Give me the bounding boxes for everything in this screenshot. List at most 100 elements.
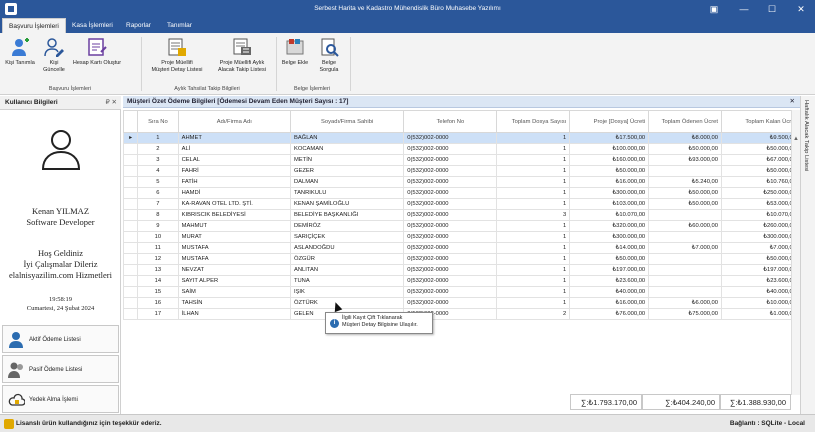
ribbon: Kişi Tanımla Kişi Güncelle Hesap Kartı O…: [0, 33, 815, 95]
table-cell: KENAN ŞAMİLOĞLU: [289, 198, 405, 210]
belge-sorgula-button[interactable]: Belge Sorgula: [312, 37, 346, 74]
table-cell: ₺7.000,00: [721, 242, 800, 254]
table-cell: 0(532)002-0000: [403, 242, 498, 254]
tab-tanimlar[interactable]: Tanımlar: [161, 18, 198, 33]
table-row[interactable]: 6 HAMDİ TANRIKULU 0(532)002-0000 1 ₺300.000,0…: [122, 187, 800, 199]
customer-detail-icon: [168, 38, 186, 56]
tab-kasa[interactable]: Kasa İşlemleri: [66, 18, 119, 33]
table-cell: KA-RAVAN OTEL LTD. ŞTİ.: [177, 198, 291, 210]
row-indicator[interactable]: [122, 143, 139, 155]
table-row[interactable]: 4 FAHRİ GEZER 0(532)002-0000 1 ₺50.000,00 ₺50.…: [122, 165, 800, 177]
table-row[interactable]: 15 SAİM IŞIK 0(532)002-0000 1 ₺40.000,00 ₺40.0…: [122, 286, 800, 298]
info-icon: i: [330, 319, 339, 328]
kisi-guncelle-button[interactable]: Kişi Güncelle: [38, 37, 70, 74]
row-indicator[interactable]: [122, 242, 139, 254]
minimize-button[interactable]: —: [730, 0, 758, 18]
close-button[interactable]: ✕: [787, 0, 815, 18]
table-row[interactable]: 3 CELAL METİN 0(532)002-0000 1 ₺160.000,00 ₺93…: [122, 154, 800, 166]
column-header[interactable]: Telefon No: [403, 110, 498, 133]
pasif-odeme-button[interactable]: Pasif Ödeme Listesi: [2, 355, 119, 383]
table-cell: KOCAMAN: [289, 143, 405, 155]
table-row[interactable]: 2 ALİ KOCAMAN 0(532)002-0000 1 ₺100.000,00 ₺50…: [122, 143, 800, 155]
table-cell: GEZER: [289, 165, 405, 177]
group-basvuru-label: Başvuru İşlemleri: [48, 86, 92, 92]
table-cell: ₺260.000,00: [721, 220, 800, 232]
row-indicator[interactable]: [122, 154, 139, 166]
table-row[interactable]: 17İLHANGELEN0(532)002-00002₺76.000,00₺75…: [122, 308, 800, 320]
weekly-receivable-sidebar[interactable]: Haftalık Alacak Takip Listesi: [800, 96, 815, 414]
kisi-tanimla-button[interactable]: Kişi Tanımla: [4, 37, 36, 67]
proje-aylik-alacak-button[interactable]: Proje Müellifi Aylık Alacak Takip Listesi: [212, 37, 272, 74]
table-row[interactable]: 7 KA-RAVAN OTEL LTD. ŞTİ. KENAN ŞAMİLOĞLU 0…: [122, 198, 800, 210]
sum-project-fee: ∑:₺1.793.170,00: [570, 394, 642, 410]
column-header[interactable]: Soyadı/Firma Sahibi: [289, 110, 405, 133]
row-indicator[interactable]: [122, 165, 139, 177]
table-row[interactable]: 10 MURAT SARIÇİÇEK 0(532)002-0000 1 ₺300.000,…: [122, 231, 800, 243]
row-indicator[interactable]: [122, 187, 139, 199]
table-row[interactable]: 9 MAHMUT DEMİRÖZ 0(532)002-0000 1 ₺320.000,00…: [122, 220, 800, 232]
column-header[interactable]: Toplam Ödenen Ücret: [648, 110, 723, 133]
scroll-up-icon[interactable]: ▲: [793, 136, 799, 142]
table-row[interactable]: 8 KIBRISCIK BELEDİYESİ BELEDİYE BAŞKANLIĞI…: [122, 209, 800, 221]
tooltip-line-1: İlgili Kayıt Çift Tıklanarak: [342, 315, 403, 321]
row-indicator[interactable]: [122, 220, 139, 232]
row-indicator[interactable]: [122, 198, 139, 210]
aktif-odeme-button[interactable]: Aktif Ödeme Listesi: [2, 325, 119, 353]
yedek-alma-button[interactable]: Yedek Alma İşlemi: [2, 385, 119, 413]
table-cell: ₺8.000,00: [648, 132, 723, 144]
hesap-karti-button[interactable]: Hesap Kartı Oluştur: [72, 37, 122, 67]
row-indicator[interactable]: ▸: [122, 132, 139, 144]
column-header[interactable]: Toplam Kalan Ücret: [721, 110, 800, 133]
row-indicator[interactable]: [122, 275, 139, 287]
table-row[interactable]: 5 FATİH DALMAN 0(532)002-0000 1 ₺16.000,00 ₺5.…: [122, 176, 800, 188]
table-cell: 0(532)002-0000: [403, 275, 498, 287]
table-row[interactable]: 14 SAYIT ALPER TUNA 0(532)002-0000 1 ₺23.600,…: [122, 275, 800, 287]
table-cell: ₺103.000,00: [569, 198, 650, 210]
row-indicator[interactable]: [122, 286, 139, 298]
table-cell: ₺9.500,00: [721, 132, 800, 144]
table-cell: 2: [137, 143, 179, 155]
belge-ekle-button[interactable]: Belge Ekle: [280, 37, 310, 67]
maximize-button[interactable]: ☐: [758, 0, 786, 18]
row-indicator[interactable]: [122, 297, 139, 309]
user-name: Kenan YILMAZ: [31, 206, 90, 216]
table-cell: DEMİRÖZ: [289, 220, 405, 232]
backup-cloud-icon: [8, 393, 25, 406]
table-row[interactable]: 16 TAHSİN ÖZTÜRK 0(532)002-0000 1 ₺16.000,00 ₺…: [122, 297, 800, 309]
table-cell: ₺300.000,00: [569, 187, 650, 199]
table-row[interactable]: 11 MUSTAFA ASLANDOĞDU 0(532)002-0000 1 ₺14.00…: [122, 242, 800, 254]
restore-ribbon-icon[interactable]: ▣: [700, 0, 728, 18]
row-indicator[interactable]: [122, 231, 139, 243]
table-cell: [648, 253, 723, 265]
table-cell: [648, 209, 723, 221]
row-indicator[interactable]: [122, 264, 139, 276]
table-cell: 11: [137, 242, 179, 254]
column-header[interactable]: Proje [Dosya] Ücreti: [569, 110, 650, 133]
window-title: Serbest Harita ve Kadastro Mühendislik B…: [314, 5, 501, 12]
table-cell: ₺16.000,00: [569, 297, 650, 309]
vertical-scrollbar[interactable]: ▲: [791, 110, 800, 395]
column-header[interactable]: Sıra No: [137, 110, 179, 133]
table-cell: ₺50.000,00: [569, 253, 650, 265]
panel-pin-close-icon[interactable]: ₽ ✕: [106, 96, 117, 110]
user-info-title: Kullanıcı Bilgileri: [5, 99, 58, 106]
table-cell: 3: [496, 209, 571, 221]
column-header[interactable]: Adı/Firma Adı: [177, 110, 291, 133]
table-row[interactable]: 13 NEVZAT ANLITAN 0(532)002-0000 1 ₺197.000,0…: [122, 264, 800, 276]
table-cell: 12: [137, 253, 179, 265]
table-cell: 0(532)002-0000: [403, 231, 498, 243]
row-indicator[interactable]: [122, 176, 139, 188]
table-row[interactable]: 12 MUSTAFA ÖZGÜR 0(532)002-0000 1 ₺50.000,00 ₺…: [122, 253, 800, 265]
table-cell: ANLITAN: [289, 264, 405, 276]
row-indicator[interactable]: [122, 209, 139, 221]
tab-basvuru[interactable]: Başvuru İşlemleri: [2, 18, 66, 33]
table-cell: SAİM: [177, 286, 291, 298]
proje-musteri-detay-button[interactable]: Proje Müellifi Müşteri Detay Listesi: [146, 37, 208, 74]
column-header[interactable]: Toplam Dosya Sayısı: [496, 110, 571, 133]
table-row[interactable]: ▸ 1 AHMET BAĞLAN 0(532)002-0000 1 ₺17.500,00 ₺8…: [122, 132, 800, 144]
row-indicator[interactable]: [122, 308, 139, 320]
row-indicator[interactable]: [122, 253, 139, 265]
close-icon[interactable]: ✕: [790, 96, 795, 108]
table-cell: AHMET: [177, 132, 291, 144]
tab-raporlar[interactable]: Raporlar: [120, 18, 157, 33]
